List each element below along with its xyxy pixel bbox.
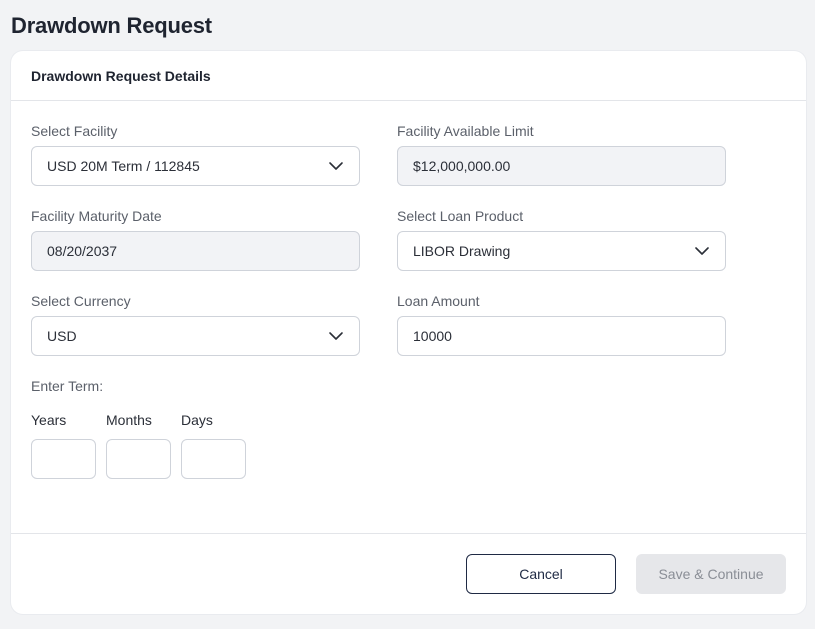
facility-select[interactable]: USD 20M Term / 112845: [31, 146, 360, 186]
years-label: Years: [31, 412, 67, 428]
available-limit-value: $12,000,000.00: [413, 158, 511, 174]
loan-product-select[interactable]: LIBOR Drawing: [397, 231, 726, 271]
currency-label: Select Currency: [31, 293, 131, 309]
available-limit-field: $12,000,000.00: [397, 146, 726, 186]
term-label: Enter Term:: [31, 378, 104, 394]
facility-select-value: USD 20M Term / 112845: [47, 158, 200, 174]
days-input[interactable]: [181, 439, 246, 479]
page-title: Drawdown Request: [11, 13, 212, 38]
months-input[interactable]: [106, 439, 171, 479]
card-header: Drawdown Request Details: [11, 51, 806, 101]
days-label: Days: [181, 412, 213, 428]
currency-select-value: USD: [47, 328, 77, 344]
chevron-down-icon: [329, 332, 343, 340]
chevron-down-icon: [695, 247, 709, 255]
months-label: Months: [106, 412, 152, 428]
loan-amount-label: Loan Amount: [397, 293, 480, 309]
facility-label: Select Facility: [31, 123, 118, 139]
maturity-date-field: 08/20/2037: [31, 231, 360, 271]
maturity-date-label: Facility Maturity Date: [31, 208, 162, 224]
chevron-down-icon: [329, 162, 343, 170]
available-limit-label: Facility Available Limit: [397, 123, 534, 139]
save-continue-button[interactable]: Save & Continue: [636, 554, 786, 594]
loan-product-select-value: LIBOR Drawing: [413, 243, 511, 259]
loan-amount-value: 10000: [413, 328, 452, 344]
footer-divider: [11, 533, 806, 534]
drawdown-form-card: Drawdown Request Details Select Facility…: [11, 51, 806, 614]
years-input[interactable]: [31, 439, 96, 479]
cancel-button[interactable]: Cancel: [466, 554, 616, 594]
loan-amount-input[interactable]: 10000: [397, 316, 726, 356]
maturity-date-value: 08/20/2037: [47, 243, 118, 259]
currency-select[interactable]: USD: [31, 316, 360, 356]
loan-product-label: Select Loan Product: [397, 208, 524, 224]
